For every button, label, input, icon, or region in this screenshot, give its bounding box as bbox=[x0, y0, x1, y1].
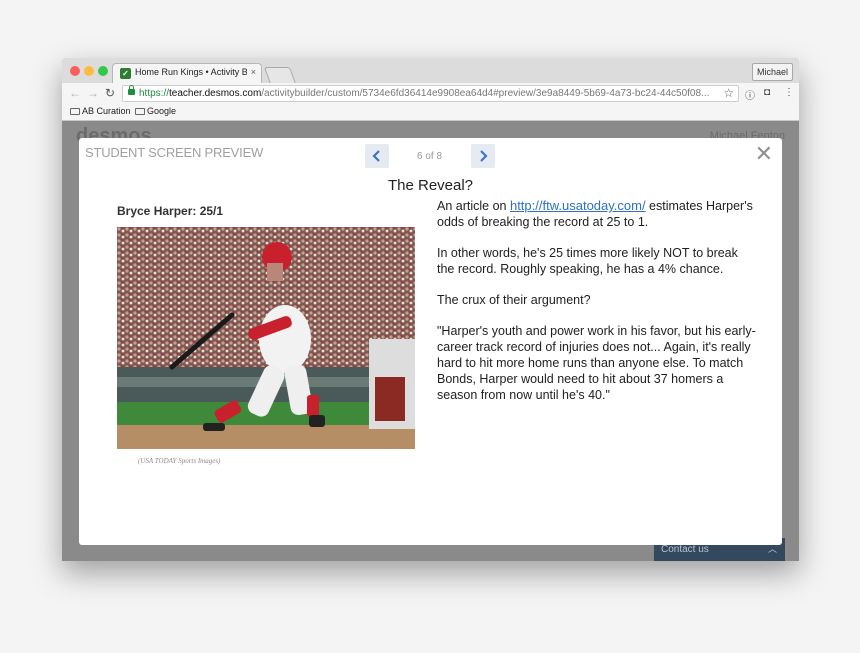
previous-screen-button[interactable] bbox=[365, 144, 389, 168]
chevron-left-icon bbox=[372, 150, 380, 162]
back-arrow-icon[interactable]: ← bbox=[69, 86, 81, 100]
close-window-button[interactable] bbox=[70, 66, 80, 76]
article-quote: "Harper's youth and power work in his fa… bbox=[437, 324, 756, 402]
browser-tab[interactable]: ✓ Home Run Kings • Activity Buil × bbox=[112, 63, 262, 83]
tab-title: Home Run Kings • Activity Buil bbox=[135, 67, 247, 77]
pocket-icon[interactable]: ◘ bbox=[764, 87, 770, 98]
article-text: An article on http://ftw.usatoday.com/ e… bbox=[437, 198, 757, 418]
baseball-batter-image bbox=[117, 227, 415, 449]
usatoday-link[interactable]: http://ftw.usatoday.com/ bbox=[510, 198, 646, 213]
info-icon[interactable]: ⓘ bbox=[745, 87, 755, 102]
modal-label: STUDENT SCREEN PREVIEW bbox=[85, 145, 264, 160]
article-intro-before-link: An article on bbox=[437, 199, 510, 213]
address-bar[interactable]: https://teacher.desmos.com/activitybuild… bbox=[122, 85, 739, 102]
contact-us-label: Contact us bbox=[661, 544, 709, 555]
folder-icon bbox=[70, 108, 80, 115]
article-paragraph: In other words, he's 25 times more likel… bbox=[437, 246, 738, 276]
new-tab-button[interactable] bbox=[263, 67, 297, 84]
bookmark-google[interactable]: Google bbox=[135, 106, 176, 116]
bookmark-star-icon[interactable]: ☆ bbox=[723, 86, 734, 100]
url-scheme: https:// bbox=[139, 88, 170, 99]
photo-caption: (USA TODAY Sports Images) bbox=[138, 457, 221, 465]
tab-close-icon[interactable]: × bbox=[251, 67, 256, 77]
bryce-harper-photo bbox=[117, 227, 415, 449]
minimize-window-button[interactable] bbox=[84, 66, 94, 76]
card-heading: Bryce Harper: 25/1 bbox=[117, 204, 224, 218]
url-host: teacher.desmos.com bbox=[169, 88, 262, 99]
bookmark-label: Google bbox=[147, 106, 177, 116]
profile-button[interactable]: Michael bbox=[751, 63, 793, 81]
student-screen-preview-modal: STUDENT SCREEN PREVIEW 6 of 8 ✕ The Reve… bbox=[79, 138, 782, 545]
pager-text: 6 of 8 bbox=[417, 151, 443, 162]
tab-bar: ✓ Home Run Kings • Activity Buil × Micha… bbox=[62, 58, 799, 84]
bookmarks-bar: AB Curation Google bbox=[62, 104, 799, 121]
chevron-right-icon bbox=[480, 150, 488, 162]
forward-arrow-icon[interactable]: → bbox=[87, 86, 99, 100]
url-path: /activitybuilder/custom/5734e6fd36414e99… bbox=[261, 88, 710, 99]
zoom-window-button[interactable] bbox=[98, 66, 108, 76]
lock-icon bbox=[128, 85, 135, 95]
reload-icon[interactable]: ↻ bbox=[105, 86, 115, 100]
address-bar-row: ← → ↻ https://teacher.desmos.com/activit… bbox=[62, 83, 799, 104]
article-paragraph: The crux of their argument? bbox=[437, 293, 591, 307]
url-text: https://teacher.desmos.com/activitybuild… bbox=[139, 88, 719, 99]
browser-window: ✓ Home Run Kings • Activity Buil × Micha… bbox=[62, 58, 799, 561]
next-screen-button[interactable] bbox=[471, 144, 495, 168]
bookmark-label: AB Curation bbox=[82, 106, 131, 116]
folder-icon bbox=[135, 108, 145, 115]
desmos-favicon-icon: ✓ bbox=[120, 68, 131, 79]
bookmark-ab-curation[interactable]: AB Curation bbox=[70, 106, 131, 116]
menu-dots-icon[interactable]: ⋮ bbox=[784, 87, 794, 98]
screen-title: The Reveal? bbox=[387, 177, 474, 194]
close-icon[interactable]: ✕ bbox=[755, 143, 773, 165]
article-paragraph: An article on http://ftw.usatoday.com/ e… bbox=[437, 198, 757, 230]
